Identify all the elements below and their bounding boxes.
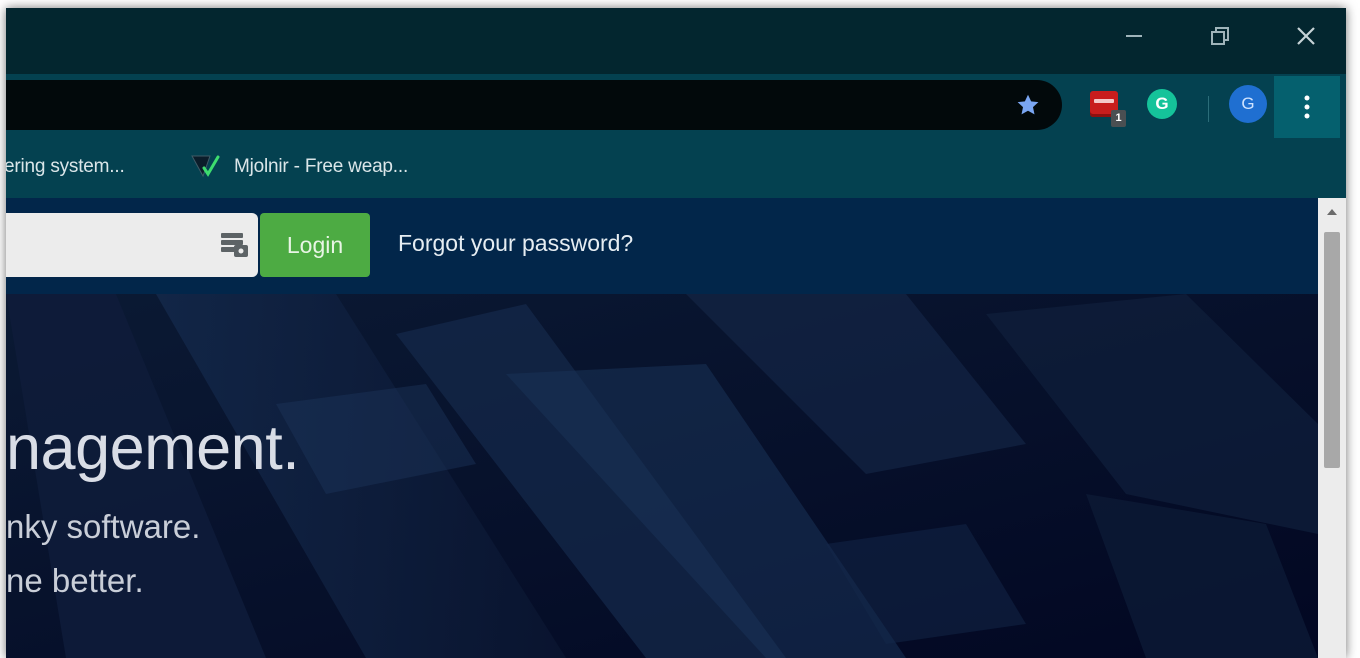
grammarly-extension-button[interactable]: G — [1144, 86, 1180, 122]
red-extension-icon: 1 — [1090, 91, 1126, 127]
minimize-icon — [1126, 35, 1142, 37]
bookmark-item[interactable]: ering system... — [6, 152, 125, 182]
login-bar: Login Forgot your password? — [6, 198, 1318, 294]
login-button[interactable]: Login — [260, 213, 370, 277]
browser-toolbar: 1 G G — [6, 74, 1346, 140]
bookmark-star-button[interactable] — [1012, 90, 1044, 120]
bookmark-label: Mjolnir - Free weap... — [234, 156, 409, 177]
hero-section: nagement. nky software. ne better. — [6, 294, 1318, 658]
profile-button[interactable]: G — [1228, 84, 1268, 124]
page-scrollbar[interactable] — [1318, 198, 1346, 658]
avatar: G — [1229, 85, 1267, 123]
hero-subtitle-line: nky software. — [6, 508, 201, 545]
close-button[interactable] — [1278, 16, 1334, 56]
chevron-up-icon — [1327, 209, 1337, 215]
browser-window: 1 G G ering system... Mjolnir - Free wea… — [6, 8, 1346, 658]
password-manager-icon — [221, 233, 248, 257]
bookmarks-bar: ering system... Mjolnir - Free weap... — [6, 140, 1346, 198]
red-extension-button[interactable]: 1 — [1086, 86, 1126, 127]
restore-icon — [1211, 27, 1229, 45]
forgot-password-link[interactable]: Forgot your password? — [398, 230, 633, 257]
web-page: Login Forgot your password? nagement. nk… — [6, 198, 1318, 658]
star-icon — [1017, 94, 1039, 115]
kebab-menu-icon — [1304, 95, 1310, 119]
close-icon — [1297, 27, 1315, 45]
browser-menu-button[interactable] — [1274, 76, 1340, 138]
checkmark-icon — [191, 155, 220, 178]
title-bar — [6, 8, 1346, 74]
scroll-up-button[interactable] — [1318, 198, 1346, 226]
bookmark-label: ering system... — [6, 156, 125, 177]
address-bar[interactable] — [6, 80, 1062, 130]
extension-badge: 1 — [1111, 110, 1126, 127]
hero-title: nagement. — [6, 413, 300, 483]
bookmark-item-mjolnir[interactable]: Mjolnir - Free weap... — [190, 152, 408, 182]
hero-subtitle-line: ne better. — [6, 562, 144, 599]
scrollbar-thumb[interactable] — [1324, 232, 1340, 468]
restore-button[interactable] — [1192, 16, 1248, 56]
grammarly-icon: G — [1147, 89, 1177, 119]
toolbar-separator — [1208, 96, 1209, 122]
minimize-button[interactable] — [1106, 16, 1162, 56]
